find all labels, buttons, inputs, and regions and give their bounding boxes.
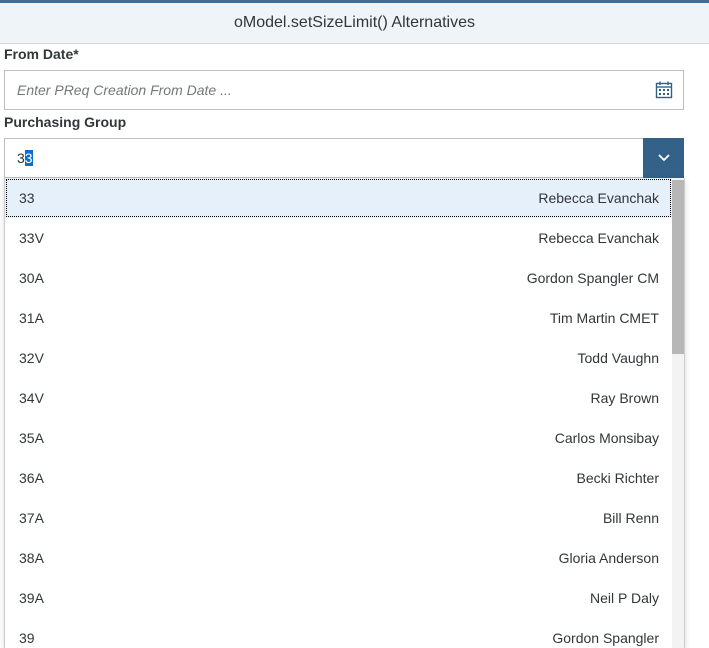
item-code: 32V <box>19 350 44 366</box>
item-name: Ray Brown <box>590 390 659 406</box>
from-date-field[interactable] <box>4 70 684 110</box>
purchasing-group-input[interactable]: 33 <box>17 150 33 166</box>
item-name: Gordon Spangler CM <box>526 270 659 286</box>
list-item[interactable]: 38A Gloria Anderson <box>5 538 672 578</box>
item-code: 34V <box>19 390 44 406</box>
list-item[interactable]: 36A Becki Richter <box>5 458 672 498</box>
item-code: 33V <box>19 230 44 246</box>
item-name: Carlos Monsibay <box>554 430 659 446</box>
item-name: Todd Vaughn <box>577 350 659 366</box>
item-code: 38A <box>19 550 44 566</box>
scrollbar[interactable] <box>672 178 684 648</box>
list-item[interactable]: 32V Todd Vaughn <box>5 338 672 378</box>
suggestion-list[interactable]: 33 Rebecca Evanchak 33V Rebecca Evanchak… <box>4 178 685 648</box>
list-item[interactable]: 33 Rebecca Evanchak <box>5 178 672 218</box>
from-date-label: From Date* <box>4 46 79 62</box>
scrollbar-thumb[interactable] <box>672 180 684 354</box>
item-name: Gloria Anderson <box>558 550 659 566</box>
typed-text: 3 <box>17 150 25 166</box>
item-code: 39A <box>19 590 44 606</box>
list-item[interactable]: 35A Carlos Monsibay <box>5 418 672 458</box>
chevron-down-icon <box>657 154 670 162</box>
autocomplete-selection: 3 <box>24 150 33 166</box>
item-code: 31A <box>19 310 44 326</box>
item-name: Tim Martin CMET <box>549 310 659 326</box>
page-title: oModel.setSizeLimit() Alternatives <box>234 14 475 31</box>
item-code: 39 <box>19 630 35 646</box>
header-bar: oModel.setSizeLimit() Alternatives <box>0 0 709 44</box>
item-name: Neil P Daly <box>590 590 659 606</box>
list-item[interactable]: 39A Neil P Daly <box>5 578 672 618</box>
calendar-icon[interactable] <box>655 81 673 99</box>
dropdown-arrow-button[interactable] <box>643 138 684 178</box>
list-item[interactable]: 39 Gordon Spangler <box>5 618 672 648</box>
item-code: 36A <box>19 470 44 486</box>
list-item[interactable]: 34V Ray Brown <box>5 378 672 418</box>
list-item[interactable]: 33V Rebecca Evanchak <box>5 218 672 258</box>
item-code: 35A <box>19 430 44 446</box>
item-code: 30A <box>19 270 44 286</box>
purchasing-group-label: Purchasing Group <box>4 114 127 130</box>
item-code: 37A <box>19 510 44 526</box>
list-item[interactable]: 31A Tim Martin CMET <box>5 298 672 338</box>
list-item[interactable]: 30A Gordon Spangler CM <box>5 258 672 298</box>
item-code: 33 <box>19 190 35 206</box>
item-name: Rebecca Evanchak <box>538 230 659 246</box>
item-name: Bill Renn <box>602 510 659 526</box>
item-name: Rebecca Evanchak <box>538 190 659 206</box>
list-item[interactable]: 37A Bill Renn <box>5 498 672 538</box>
purchasing-group-combobox[interactable]: 33 <box>4 138 684 178</box>
item-name: Becki Richter <box>576 470 659 486</box>
item-name: Gordon Spangler <box>552 630 659 646</box>
from-date-input[interactable] <box>5 71 645 109</box>
